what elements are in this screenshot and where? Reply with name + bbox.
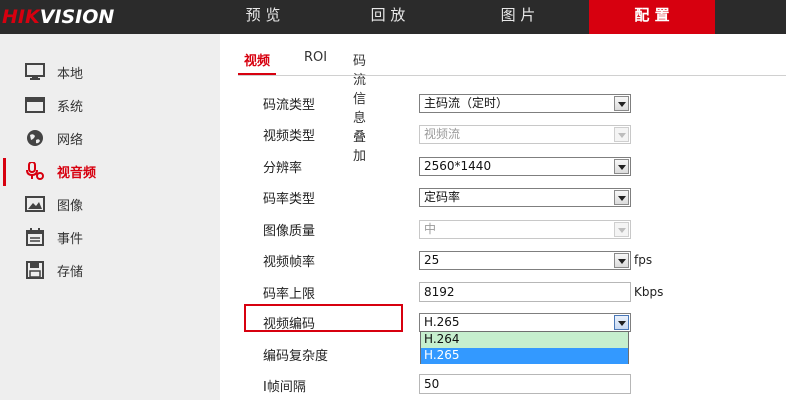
sidebar-item-label: 图像 [57, 199, 84, 214]
microphone-icon [26, 162, 44, 180]
image-icon [25, 196, 45, 212]
resolution-value: 2560*1440 [424, 159, 492, 173]
tabs-divider [238, 75, 786, 76]
frame-rate-select[interactable]: 25 [419, 251, 631, 270]
globe-icon [27, 130, 43, 146]
nav-configuration[interactable]: 配 置 [589, 0, 715, 34]
dropdown-option-h264[interactable]: H.264 [421, 332, 628, 348]
hikvision-logo: HIKVISION [2, 6, 115, 28]
sidebar-item-storage[interactable]: 存储 [0, 255, 220, 285]
nav-picture[interactable]: 图 片 [463, 0, 573, 34]
max-bitrate-unit: Kbps [634, 285, 664, 299]
frame-rate-value: 25 [424, 253, 440, 267]
sidebar-item-local[interactable]: 本地 [0, 57, 220, 87]
sidebar-item-label: 系统 [57, 100, 84, 115]
image-quality-select: 中 [419, 220, 631, 239]
chevron-down-icon[interactable] [614, 190, 629, 205]
i-frame-interval-label: I帧间隔 [263, 380, 306, 395]
sidebar-item-label: 本地 [57, 67, 84, 82]
i-frame-interval-input[interactable]: 50 [419, 374, 631, 394]
tab-stream-info-overlay[interactable]: 码流信息叠加 [353, 50, 366, 164]
resolution-label: 分辨率 [263, 161, 303, 176]
tab-video[interactable]: 视频 [238, 50, 276, 76]
video-encoding-select[interactable]: H.265 [419, 313, 631, 332]
max-bitrate-input[interactable]: 8192 [419, 282, 631, 302]
chevron-down-icon [614, 222, 629, 237]
sidebar-item-image[interactable]: 图像 [0, 189, 220, 219]
frame-rate-label: 视频帧率 [263, 255, 316, 270]
chevron-down-icon[interactable] [614, 253, 629, 268]
bitrate-type-select[interactable]: 定码率 [419, 188, 631, 207]
video-type-value: 视频流 [424, 127, 461, 141]
calendar-icon [26, 228, 44, 246]
image-quality-value: 中 [424, 222, 437, 236]
encoding-complexity-label: 编码复杂度 [263, 349, 329, 364]
sidebar: 本地 系统 网络 视音频 图像 事件 存储 [0, 34, 220, 400]
sidebar-item-label: 视音频 [57, 166, 97, 181]
resolution-select[interactable]: 2560*1440 [419, 157, 631, 176]
nav-playback[interactable]: 回 放 [333, 0, 443, 34]
video-encoding-dropdown-list: H.264 H.265 [420, 331, 629, 364]
stream-type-select[interactable]: 主码流（定时） [419, 94, 631, 113]
sidebar-item-label: 事件 [57, 232, 84, 247]
stream-type-label: 码流类型 [263, 98, 316, 113]
top-navigation-bar: HIKVISION 预 览 回 放 图 片 配 置 [0, 0, 786, 34]
sidebar-item-audio-video[interactable]: 视音频 [0, 156, 220, 186]
stream-type-value: 主码流（定时） [424, 96, 509, 110]
video-type-select: 视频流 [419, 125, 631, 144]
sidebar-item-network[interactable]: 网络 [0, 123, 220, 153]
chevron-down-icon[interactable] [614, 159, 629, 174]
window-icon [25, 97, 45, 113]
monitor-icon [25, 63, 45, 80]
video-type-label: 视频类型 [263, 129, 316, 144]
floppy-disk-icon [26, 261, 44, 279]
bitrate-type-label: 码率类型 [263, 192, 316, 207]
frame-rate-unit: fps [634, 253, 653, 267]
bitrate-type-value: 定码率 [424, 190, 461, 204]
nav-preview[interactable]: 预 览 [208, 0, 318, 34]
sidebar-item-system[interactable]: 系统 [0, 90, 220, 120]
dropdown-option-h265[interactable]: H.265 [421, 348, 628, 364]
max-bitrate-label: 码率上限 [263, 287, 316, 302]
sidebar-item-label: 网络 [57, 133, 84, 148]
image-quality-label: 图像质量 [263, 224, 316, 239]
sidebar-item-event[interactable]: 事件 [0, 222, 220, 252]
chevron-down-icon [614, 127, 629, 142]
chevron-down-icon[interactable] [614, 315, 629, 330]
sidebar-item-label: 存储 [57, 265, 84, 280]
tab-roi[interactable]: ROI [304, 50, 327, 76]
video-encoding-value: H.265 [424, 315, 460, 329]
video-encoding-label: 视频编码 [263, 317, 316, 332]
chevron-down-icon[interactable] [614, 96, 629, 111]
